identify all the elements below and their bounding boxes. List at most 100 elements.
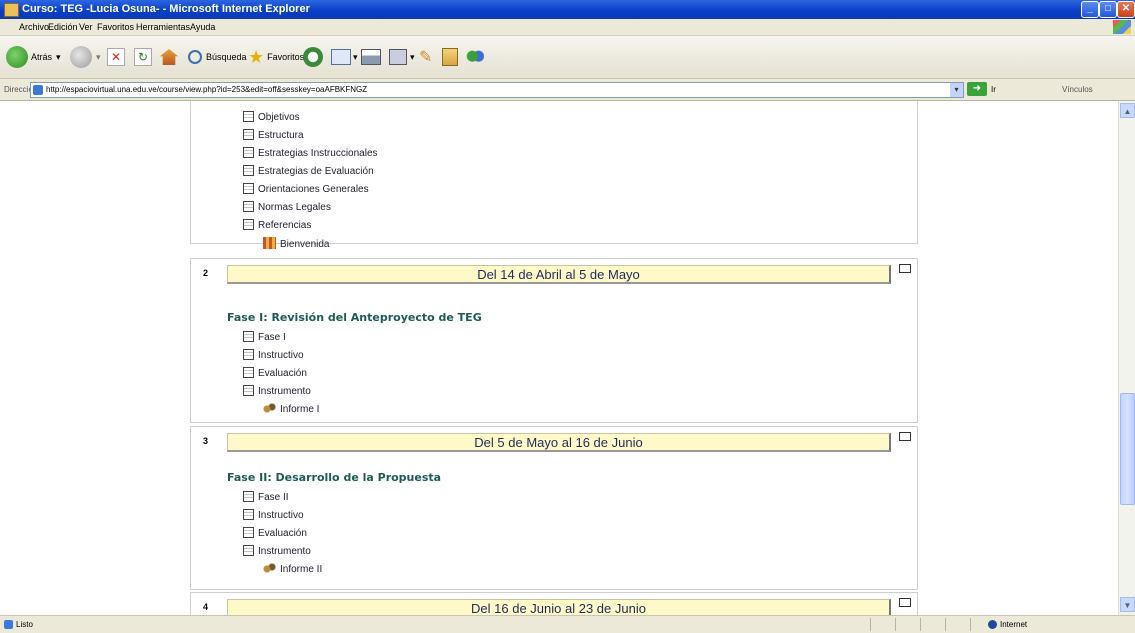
favorites-label: Favoritos [267, 52, 305, 62]
address-bar: Dirección http://espaciovirtual.una.edu.… [0, 79, 1135, 101]
page-content: Objetivos Estructura Estrategias Instruc… [0, 101, 1118, 615]
mail-icon [331, 49, 351, 65]
forum-informe-i[interactable]: Informe I [263, 403, 319, 415]
menu-edicion[interactable]: Edición [48, 22, 78, 32]
edit-icon [389, 49, 407, 65]
status-divider [920, 618, 921, 631]
document-icon [243, 183, 254, 194]
vertical-scrollbar[interactable]: ▲ ▼ [1118, 101, 1135, 615]
back-dropdown-icon: ▾ [56, 51, 61, 62]
resource-instructivo[interactable]: Instructivo [243, 349, 304, 361]
menu-herramientas[interactable]: Herramientas [136, 22, 190, 32]
resource-referencias[interactable]: Referencias [243, 219, 311, 231]
history-icon [303, 47, 323, 67]
stop-button[interactable]: ✕ [107, 44, 125, 70]
section-number: 4 [203, 602, 209, 612]
status-divider [870, 618, 871, 631]
windows-logo-icon [1113, 20, 1131, 34]
menu-ayuda[interactable]: Ayuda [190, 22, 215, 32]
toolbar: Atrás ▾ ▾ ✕ ↻ Búsqueda ★ Favoritos ▾ ▾ ✎ [0, 36, 1135, 79]
menu-favoritos[interactable]: Favoritos [97, 22, 134, 32]
back-arrow-icon [6, 46, 28, 68]
document-icon [243, 147, 254, 158]
course-section-2: 2 Del 14 de Abril al 5 de Mayo Fase I: R… [190, 258, 918, 423]
document-icon [243, 527, 254, 538]
favorites-button[interactable]: ★ Favoritos [248, 44, 304, 70]
resource-evaluacion[interactable]: Evaluación [243, 527, 307, 539]
messenger-icon [466, 49, 484, 65]
resource-instructivo[interactable]: Instructivo [243, 509, 304, 521]
messenger-button[interactable] [466, 44, 484, 70]
document-icon [243, 491, 254, 502]
close-button[interactable]: ✕ [1117, 1, 1135, 18]
print-button[interactable] [361, 44, 381, 70]
edit-button[interactable]: ▾ [389, 44, 415, 70]
resource-orientaciones-generales[interactable]: Orientaciones Generales [243, 183, 369, 195]
section-title: Del 5 de Mayo al 16 de Junio [227, 433, 891, 452]
course-section-4: 4 Del 16 de Junio al 23 de Junio [190, 592, 918, 615]
resource-evaluacion[interactable]: Evaluación [243, 367, 307, 379]
resource-objetivos[interactable]: Objetivos [243, 111, 300, 123]
menu-archivo[interactable]: Archivo [19, 22, 49, 32]
document-icon [243, 165, 254, 176]
go-arrow-icon[interactable]: ➜ [967, 82, 987, 96]
back-button[interactable]: Atrás ▾ [6, 44, 61, 70]
resource-instrumento[interactable]: Instrumento [243, 545, 311, 557]
edit-dropdown-icon: ▾ [410, 51, 415, 62]
star-icon: ★ [248, 47, 265, 67]
pencil-icon: ✎ [419, 49, 433, 66]
go-label[interactable]: Ir [991, 85, 996, 94]
section-phase-title: Fase I: Revisión del Anteproyecto de TEG [227, 311, 482, 324]
resource-icon [263, 237, 276, 249]
document-icon [243, 349, 254, 360]
resource-estrategias-evaluacion[interactable]: Estrategias de Evaluación [243, 165, 374, 177]
page-status-icon [4, 620, 13, 629]
document-icon [243, 219, 254, 230]
minimize-button[interactable]: _ [1081, 1, 1099, 18]
show-only-section-icon[interactable] [899, 598, 911, 607]
menu-bar: Archivo Edición Ver Favoritos Herramient… [0, 19, 1135, 36]
resource-fase-ii[interactable]: Fase II [243, 491, 289, 503]
research-button[interactable] [442, 44, 458, 70]
refresh-icon: ↻ [134, 48, 152, 66]
address-dropdown-icon[interactable]: ▾ [950, 83, 963, 97]
show-only-section-icon[interactable] [899, 264, 911, 273]
links-label[interactable]: Vínculos [1062, 85, 1093, 94]
section-title: Del 16 de Junio al 23 de Junio [227, 599, 891, 615]
ie-window-icon [4, 3, 19, 17]
menu-ver[interactable]: Ver [79, 22, 93, 32]
maximize-button[interactable]: □ [1099, 1, 1117, 18]
search-button[interactable]: Búsqueda [188, 44, 247, 70]
scroll-down-icon[interactable]: ▼ [1120, 597, 1135, 612]
section-number: 3 [203, 436, 209, 446]
forward-button[interactable]: ▾ [70, 44, 101, 70]
mail-button[interactable]: ▾ [331, 44, 358, 70]
document-icon [243, 331, 254, 342]
refresh-button[interactable]: ↻ [134, 44, 152, 70]
document-icon [243, 367, 254, 378]
scroll-up-icon[interactable]: ▲ [1120, 103, 1135, 118]
print-icon [361, 49, 381, 65]
mail-dropdown-icon: ▾ [353, 51, 358, 62]
home-button[interactable] [160, 44, 178, 70]
resource-instrumento[interactable]: Instrumento [243, 385, 311, 397]
resource-estructura[interactable]: Estructura [243, 129, 304, 141]
forum-informe-ii[interactable]: Informe II [263, 563, 322, 575]
discuss-button[interactable]: ✎ [419, 44, 432, 70]
resource-normas-legales[interactable]: Normas Legales [243, 201, 331, 213]
security-zone: Internet [1000, 620, 1028, 629]
history-button[interactable] [303, 44, 323, 70]
status-divider [970, 618, 971, 631]
search-label: Búsqueda [206, 52, 247, 62]
forward-arrow-icon [70, 46, 92, 68]
address-input[interactable]: http://espaciovirtual.una.edu.ve/course/… [30, 82, 964, 98]
scroll-thumb[interactable] [1120, 393, 1135, 505]
course-section-1: Objetivos Estructura Estrategias Instruc… [190, 101, 918, 250]
internet-zone-icon [988, 620, 997, 629]
section-phase-title: Fase II: Desarrollo de la Propuesta [227, 471, 442, 484]
resource-bienvenida[interactable]: Bienvenida [263, 237, 329, 250]
status-bar: Listo Internet [0, 615, 1135, 633]
resource-fase-i[interactable]: Fase I [243, 331, 286, 343]
show-only-section-icon[interactable] [899, 432, 911, 441]
resource-estrategias-instruccionales[interactable]: Estrategias Instruccionales [243, 147, 378, 159]
